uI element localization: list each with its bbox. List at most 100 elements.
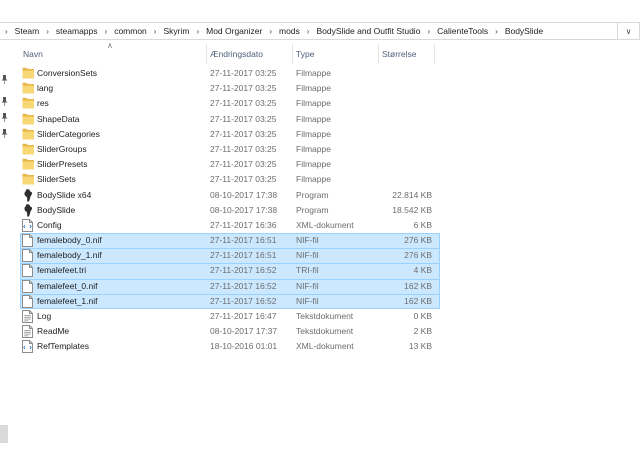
file-type: XML-dokument bbox=[296, 341, 354, 352]
chevron-right-icon[interactable]: › bbox=[302, 27, 315, 36]
breadcrumb[interactable]: › Steam › steamapps › common › Skyrim › Mod Organ… bbox=[0, 22, 618, 40]
folder-icon bbox=[22, 82, 34, 95]
column-header-date[interactable]: Ændringsdato bbox=[207, 44, 293, 64]
file-date: 08-10-2017 17:38 bbox=[210, 204, 278, 215]
file-row[interactable]: BodySlide 08-10-2017 17:38 Program 18.542 K… bbox=[20, 203, 440, 218]
file-size: 0 KB bbox=[413, 311, 432, 321]
file-name: SliderGroups bbox=[37, 143, 87, 154]
breadcrumb-item[interactable]: BodySlide bbox=[503, 26, 545, 36]
file-date: 27-11-2017 03:25 bbox=[210, 68, 277, 78]
file-row[interactable]: femalebody_1.nif 27-11-2017 16:51 NIF-fil 2… bbox=[20, 248, 440, 264]
breadcrumb-item[interactable]: steamapps › bbox=[54, 26, 112, 36]
chevron-right-icon[interactable]: › bbox=[41, 27, 54, 36]
file-type: Program bbox=[296, 189, 329, 200]
file-row[interactable]: res 27-11-2017 03:25 Filmappe bbox=[20, 96, 440, 111]
breadcrumb-item[interactable]: Mod Organizer › bbox=[204, 26, 277, 36]
column-header-type[interactable]: Type bbox=[293, 44, 379, 64]
file-row[interactable]: SliderGroups 27-11-2017 03:25 Filmappe bbox=[20, 142, 440, 157]
file-type: Filmappe bbox=[296, 128, 331, 139]
file-row[interactable]: ReadMe 08-10-2017 17:37 Tekstdokument 2 KB bbox=[20, 324, 440, 339]
file-size bbox=[382, 112, 432, 127]
breadcrumb-item[interactable]: common › bbox=[112, 26, 161, 36]
file-date: 27-11-2017 03:25 bbox=[210, 98, 277, 109]
file-type: Filmappe bbox=[296, 98, 331, 109]
breadcrumb-item[interactable]: Steam › bbox=[13, 26, 54, 36]
file-icon bbox=[22, 279, 34, 293]
file-type: XML-dokument bbox=[296, 219, 354, 230]
pin-icon bbox=[1, 75, 8, 84]
file-row[interactable]: Config 27-11-2017 16:36 XML-dokument 6 KB bbox=[20, 218, 440, 233]
column-header-name[interactable]: Navn bbox=[20, 44, 207, 64]
column-header-size[interactable]: Størrelse bbox=[379, 44, 435, 64]
file-type: Filmappe bbox=[296, 83, 331, 94]
file-size bbox=[382, 96, 432, 111]
xml-document-icon bbox=[22, 340, 34, 354]
file-type: Filmappe bbox=[296, 174, 331, 185]
file-name: ReadMe bbox=[37, 326, 70, 337]
file-date: 27-11-2017 16:36 bbox=[210, 219, 277, 230]
file-date: 08-10-2017 17:37 bbox=[210, 326, 278, 337]
breadcrumb-item[interactable]: mods › bbox=[277, 26, 314, 36]
file-date: 27-11-2017 03:25 bbox=[210, 113, 277, 124]
file-row[interactable]: RefTemplates 18-10-2016 01:01 XML-dokument… bbox=[20, 339, 440, 354]
file-name: femalefeet_0.nif bbox=[37, 280, 98, 291]
navigation-pane[interactable] bbox=[0, 40, 9, 476]
folder-icon bbox=[22, 67, 34, 80]
file-row[interactable]: femalefeet_0.nif 27-11-2017 16:52 NIF-fil 1… bbox=[20, 278, 440, 295]
breadcrumb-item[interactable]: BodySlide and Outfit Studio › bbox=[314, 26, 435, 36]
file-row[interactable]: SliderPresets 27-11-2017 03:25 Filmappe bbox=[20, 157, 440, 172]
file-type: Filmappe bbox=[296, 159, 331, 170]
file-row[interactable]: lang 27-11-2017 03:25 Filmappe bbox=[20, 81, 440, 96]
chevron-right-icon[interactable]: › bbox=[100, 27, 113, 36]
chevron-right-icon[interactable]: › bbox=[264, 27, 277, 36]
chevron-right-icon[interactable]: › bbox=[490, 27, 503, 36]
file-size: 162 KB bbox=[404, 295, 432, 306]
folder-icon bbox=[22, 128, 34, 141]
breadcrumb-label: mods bbox=[279, 26, 300, 36]
chevron-right-icon[interactable]: › bbox=[149, 27, 162, 36]
bodyslide-app-icon bbox=[22, 203, 34, 217]
breadcrumb-label: CalienteTools bbox=[437, 26, 489, 36]
chevron-right-icon[interactable]: › bbox=[191, 27, 204, 36]
folder-icon bbox=[22, 113, 34, 126]
file-row[interactable]: femalefeet_1.nif 27-11-2017 16:52 NIF-fil 1… bbox=[20, 293, 440, 310]
folder-icon bbox=[22, 143, 34, 156]
breadcrumb-label: BodySlide bbox=[504, 26, 544, 36]
file-date: 27-11-2017 16:51 bbox=[210, 235, 277, 246]
folder-icon bbox=[22, 173, 34, 186]
file-name: femalebody_0.nif bbox=[37, 235, 102, 246]
file-name: SliderSets bbox=[37, 174, 76, 185]
chevron-down-icon: ∨ bbox=[625, 26, 632, 36]
file-type: Tekstdokument bbox=[296, 326, 354, 337]
file-row[interactable]: SliderSets 27-11-2017 03:25 Filmappe bbox=[20, 172, 440, 187]
file-date: 27-11-2017 03:25 bbox=[210, 159, 277, 170]
file-type: NIF-fil bbox=[296, 295, 319, 306]
file-date: 27-11-2017 16:52 bbox=[210, 265, 277, 276]
breadcrumb-label: steamapps bbox=[55, 26, 98, 36]
breadcrumb-item[interactable]: Skyrim › bbox=[161, 26, 204, 36]
file-size bbox=[382, 66, 432, 81]
file-row[interactable]: femalefeet.tri 27-11-2017 16:52 TRI-fil 4 K… bbox=[20, 263, 440, 279]
file-date: 27-11-2017 03:25 bbox=[210, 143, 277, 154]
file-name: femalebody_1.nif bbox=[37, 250, 102, 261]
file-date: 27-11-2017 16:52 bbox=[210, 280, 277, 291]
file-row[interactable]: femalebody_0.nif 27-11-2017 16:51 NIF-fil 2… bbox=[20, 233, 440, 249]
file-row[interactable]: SliderCategories 27-11-2017 03:25 Filmappe bbox=[20, 127, 440, 142]
file-row[interactable]: ShapeData 27-11-2017 03:25 Filmappe bbox=[20, 112, 440, 127]
file-name: femalefeet.tri bbox=[37, 265, 87, 276]
nav-pane-scrollbar[interactable] bbox=[0, 425, 8, 443]
breadcrumb-item[interactable]: CalienteTools › bbox=[435, 26, 503, 36]
file-type: NIF-fil bbox=[296, 235, 319, 246]
file-date: 27-11-2017 03:25 bbox=[210, 83, 277, 94]
file-row[interactable]: Log 27-11-2017 16:47 Tekstdokument 0 KB bbox=[20, 309, 440, 324]
file-date: 27-11-2017 16:51 bbox=[210, 250, 277, 261]
file-size bbox=[382, 142, 432, 157]
text-document-icon bbox=[22, 310, 34, 323]
file-row[interactable]: ConversionSets 27-11-2017 03:25 Filmappe bbox=[20, 66, 440, 81]
breadcrumb-label: Skyrim bbox=[163, 26, 190, 36]
chevron-right-icon[interactable]: › bbox=[422, 27, 435, 36]
text-document-icon bbox=[22, 325, 34, 339]
pin-icon bbox=[1, 129, 8, 138]
address-dropdown-button[interactable]: ∨ bbox=[618, 22, 640, 40]
file-row[interactable]: BodySlide x64 08-10-2017 17:38 Program 22.8… bbox=[20, 188, 440, 203]
